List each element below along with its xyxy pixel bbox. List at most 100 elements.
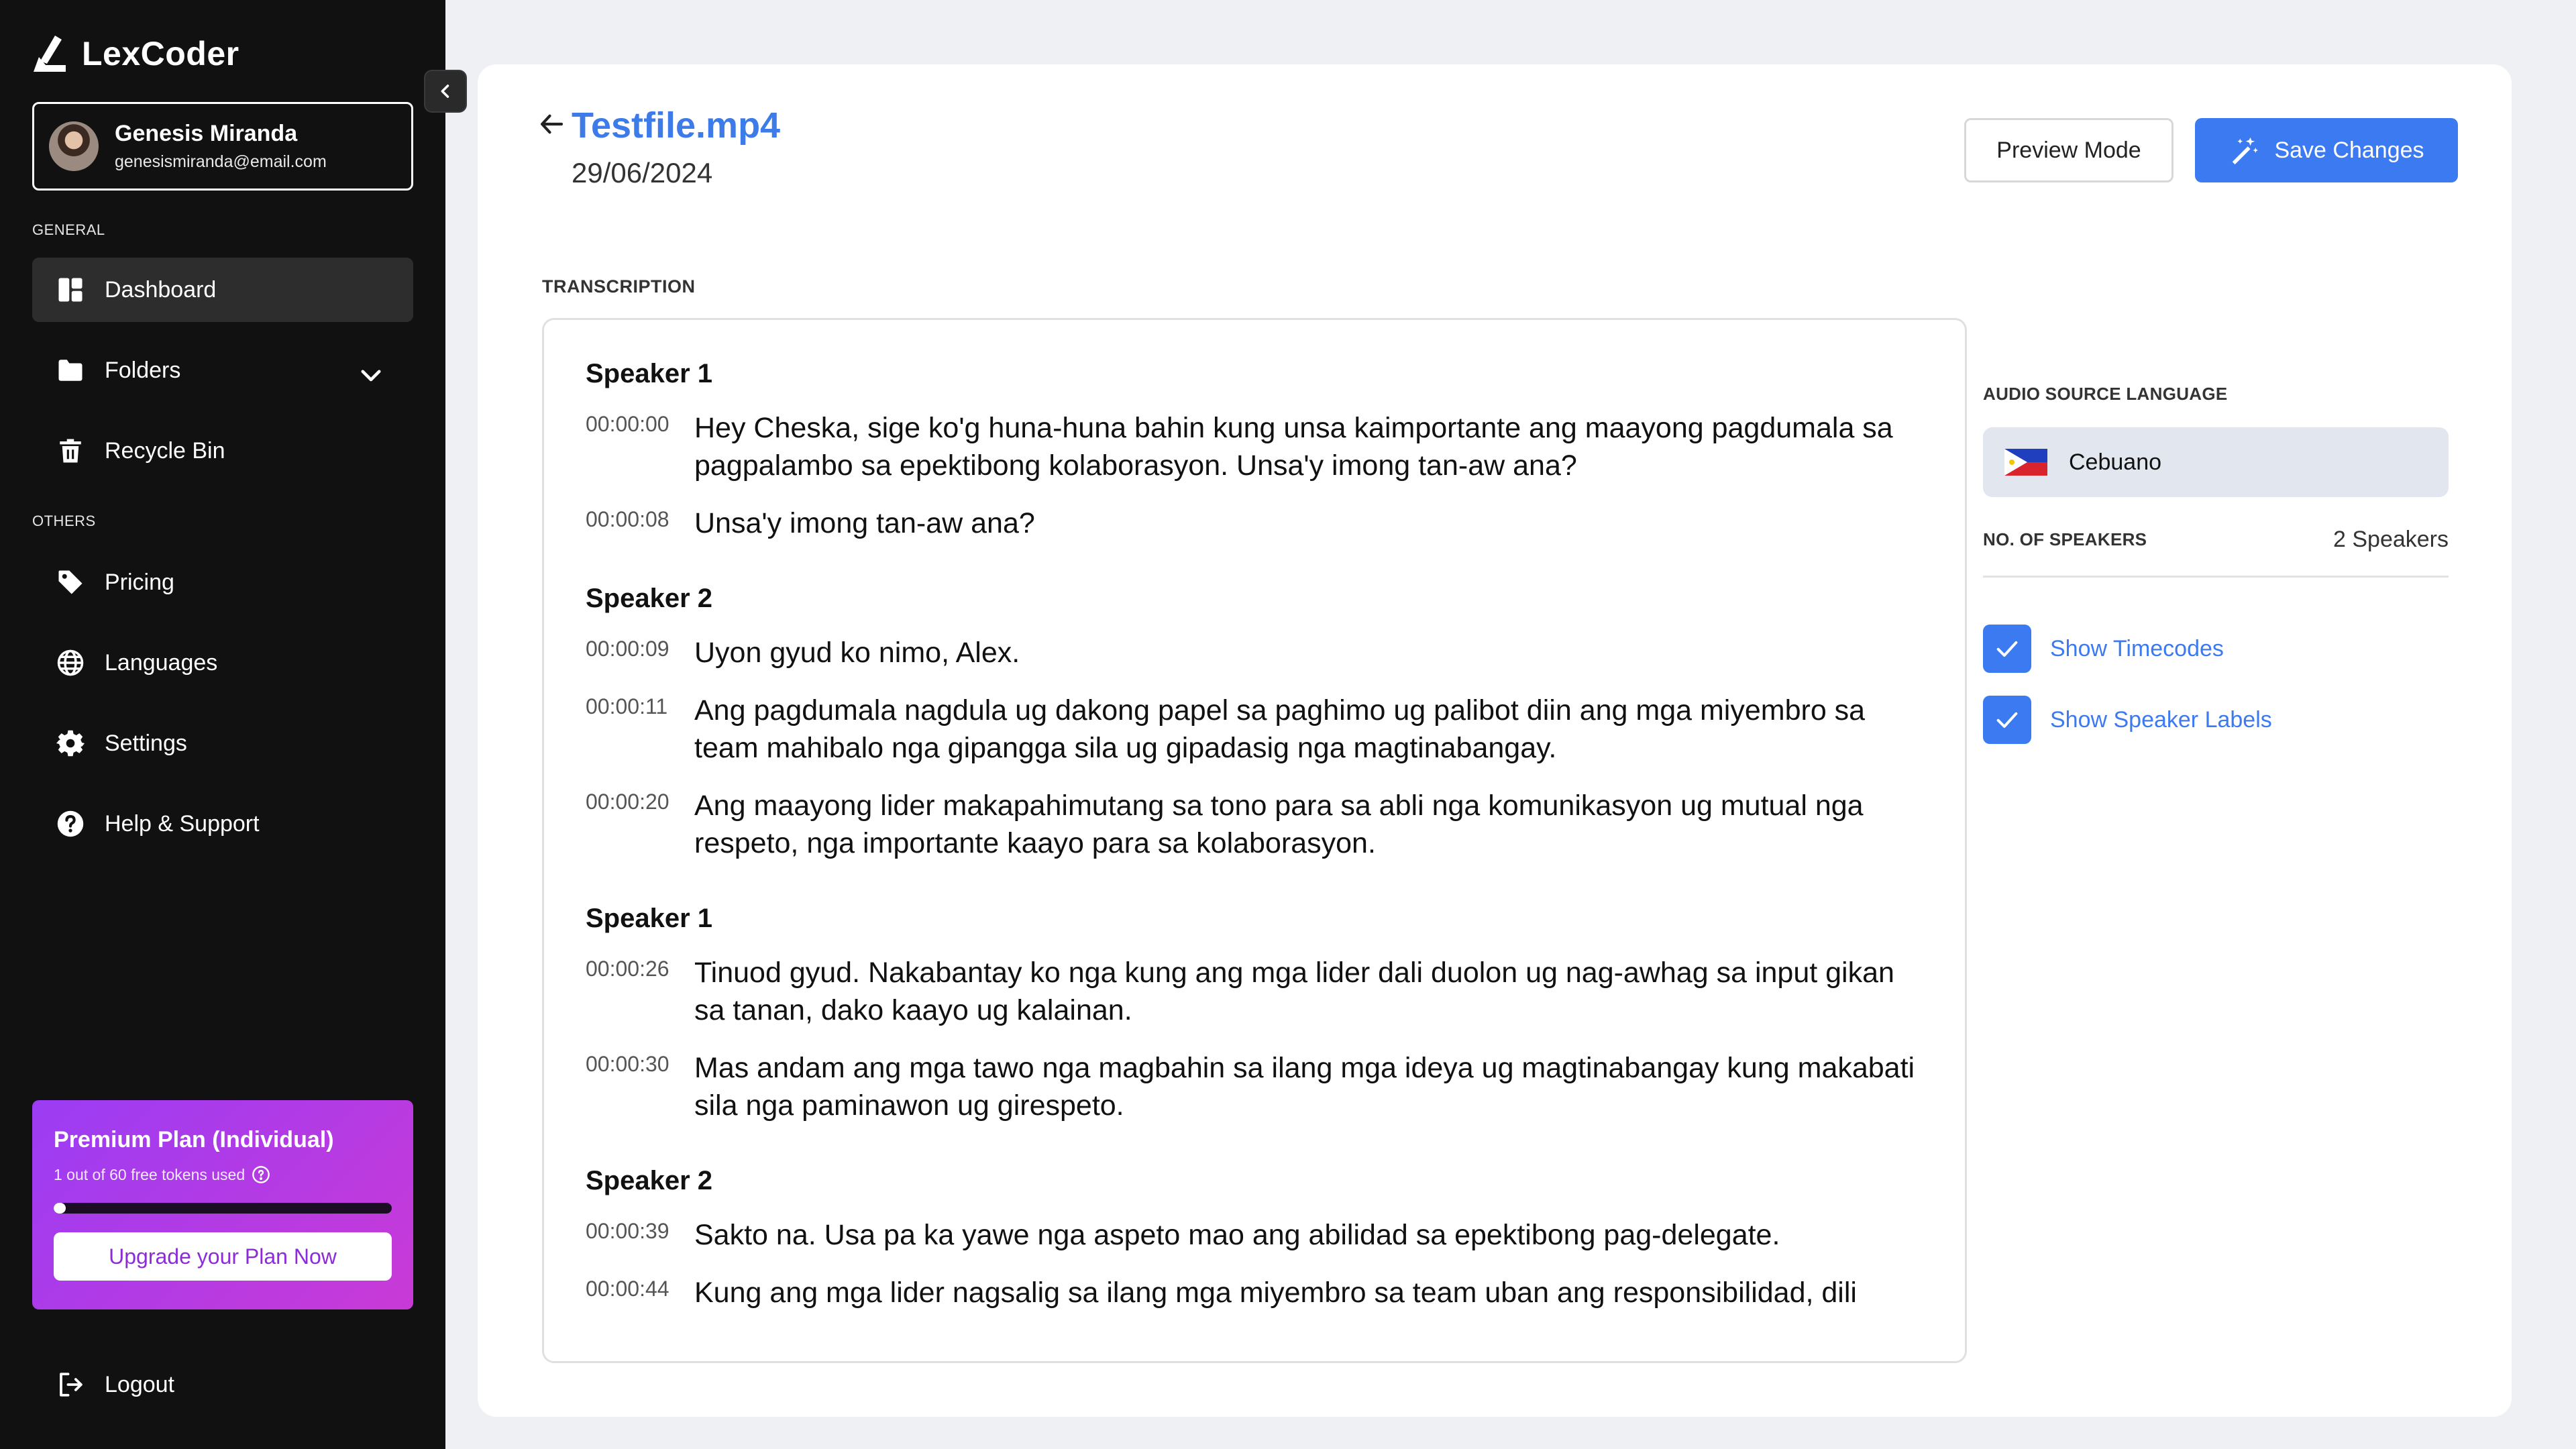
transcript-line: 00:00:08 Unsa'y imong tan-aw ana? bbox=[586, 504, 1925, 542]
timecode[interactable]: 00:00:26 bbox=[586, 954, 673, 1029]
check-icon bbox=[1996, 712, 2018, 728]
sidebar-item-pricing[interactable]: Pricing bbox=[32, 550, 413, 614]
timecode[interactable]: 00:00:11 bbox=[586, 692, 673, 767]
transcript-text[interactable]: Ang pagdumala nagdula ug dakong papel sa… bbox=[694, 692, 1925, 767]
sidebar-item-recycle-bin[interactable]: Recycle Bin bbox=[32, 419, 413, 483]
chevron-left-icon bbox=[441, 85, 449, 98]
transcript-editor[interactable]: Speaker 1 00:00:00 Hey Cheska, sige ko'g… bbox=[542, 318, 1967, 1363]
timecode[interactable]: 00:00:39 bbox=[586, 1216, 673, 1254]
sidebar-item-label: Recycle Bin bbox=[105, 437, 225, 464]
premium-plan-title: Premium Plan (Individual) bbox=[54, 1127, 334, 1152]
avatar bbox=[49, 121, 99, 171]
speaker-label[interactable]: Speaker 2 bbox=[586, 1166, 1925, 1196]
sidebar-item-label: Languages bbox=[105, 649, 218, 676]
sidebar-item-languages[interactable]: Languages bbox=[32, 631, 413, 695]
timecode[interactable]: 00:00:00 bbox=[586, 409, 673, 484]
transcript-text[interactable]: Kung ang mga lider nagsalig sa ilang mga… bbox=[694, 1274, 1857, 1311]
speaker-block: Speaker 1 00:00:00 Hey Cheska, sige ko'g… bbox=[586, 359, 1925, 542]
editor-card: Testfile.mp4 29/06/2024 Preview Mode Sav… bbox=[478, 64, 2512, 1417]
speakers-count-row: NO. OF SPEAKERS 2 Speakers bbox=[1983, 527, 2449, 578]
tokens-progress-bar bbox=[54, 1203, 392, 1214]
logout-button[interactable]: Logout bbox=[32, 1352, 174, 1417]
logout-icon bbox=[60, 1373, 83, 1397]
file-date: 29/06/2024 bbox=[572, 157, 713, 189]
globe-icon bbox=[57, 649, 84, 676]
sidebar-item-folders[interactable]: Folders bbox=[32, 338, 413, 402]
logout-label: Logout bbox=[105, 1371, 174, 1397]
file-title: Testfile.mp4 bbox=[572, 105, 781, 146]
sidebar-item-label: Settings bbox=[105, 730, 187, 756]
transcript-line: 00:00:00 Hey Cheska, sige ko'g huna-huna… bbox=[586, 409, 1925, 484]
transcript-text[interactable]: Mas andam ang mga tawo nga magbahin sa i… bbox=[694, 1049, 1925, 1124]
magic-wand-icon bbox=[2233, 137, 2259, 165]
transcript-line: 00:00:26 Tinuod gyud. Nakabantay ko nga … bbox=[586, 954, 1925, 1029]
show-speaker-labels-label[interactable]: Show Speaker Labels bbox=[2050, 707, 2272, 733]
language-select[interactable]: Cebuano bbox=[1983, 427, 2449, 497]
sidebar-item-dashboard[interactable]: Dashboard bbox=[32, 258, 413, 322]
user-email: genesismiranda@email.com bbox=[115, 152, 327, 171]
speakers-count-value[interactable]: 2 Speakers bbox=[2333, 527, 2449, 553]
help-icon bbox=[57, 810, 84, 837]
info-icon[interactable] bbox=[252, 1165, 270, 1184]
tag-icon bbox=[58, 570, 83, 594]
speaker-label[interactable]: Speaker 1 bbox=[586, 904, 1925, 934]
logo-icon bbox=[34, 36, 66, 72]
save-changes-label: Save Changes bbox=[2274, 137, 2424, 163]
speaker-label[interactable]: Speaker 1 bbox=[586, 359, 1925, 389]
timecode[interactable]: 00:00:09 bbox=[586, 634, 673, 672]
audio-source-language-label: AUDIO SOURCE LANGUAGE bbox=[1983, 384, 2228, 404]
transcript-text[interactable]: Hey Cheska, sige ko'g huna-huna bahin ku… bbox=[694, 409, 1925, 484]
sidebar: LexCoder Genesis Miranda genesismiranda@… bbox=[0, 0, 445, 1449]
gear-icon bbox=[56, 730, 85, 757]
preview-mode-button[interactable]: Preview Mode bbox=[1964, 118, 2174, 182]
transcript-line: 00:00:11 Ang pagdumala nagdula ug dakong… bbox=[586, 692, 1925, 767]
transcript-line: 00:00:39 Sakto na. Usa pa ka yawe nga as… bbox=[586, 1216, 1925, 1254]
transcript-text[interactable]: Tinuod gyud. Nakabantay ko nga kung ang … bbox=[694, 954, 1925, 1029]
sidebar-item-help-support[interactable]: Help & Support bbox=[32, 792, 413, 856]
app-name: LexCoder bbox=[82, 35, 239, 72]
chevron-down-icon[interactable] bbox=[357, 361, 385, 389]
user-name: Genesis Miranda bbox=[115, 121, 298, 146]
speakers-count-label: NO. OF SPEAKERS bbox=[1983, 529, 2147, 549]
speaker-block: Speaker 2 00:00:09 Uyon gyud ko nimo, Al… bbox=[586, 584, 1925, 862]
transcript-line: 00:00:09 Uyon gyud ko nimo, Alex. bbox=[586, 634, 1925, 672]
section-label-general: GENERAL bbox=[32, 221, 105, 238]
transcript-text[interactable]: Unsa'y imong tan-aw ana? bbox=[694, 504, 1035, 542]
trash-icon bbox=[60, 439, 81, 463]
save-changes-button[interactable]: Save Changes bbox=[2195, 118, 2458, 182]
collapse-sidebar-button[interactable] bbox=[424, 70, 467, 113]
check-icon bbox=[1996, 641, 2018, 657]
section-label-others: OTHERS bbox=[32, 513, 96, 529]
user-profile-card[interactable]: Genesis Miranda genesismiranda@email.com bbox=[32, 102, 413, 191]
show-speaker-labels-checkbox[interactable] bbox=[1983, 696, 2031, 744]
timecode[interactable]: 00:00:30 bbox=[586, 1049, 673, 1124]
timecode[interactable]: 00:00:08 bbox=[586, 504, 673, 542]
transcript-text[interactable]: Ang maayong lider makapahimutang sa tono… bbox=[694, 787, 1925, 862]
transcript-text[interactable]: Uyon gyud ko nimo, Alex. bbox=[694, 634, 1020, 672]
show-speaker-labels-option[interactable]: Show Speaker Labels bbox=[1983, 696, 2449, 744]
upgrade-plan-button[interactable]: Upgrade your Plan Now bbox=[54, 1232, 392, 1281]
sidebar-item-settings[interactable]: Settings bbox=[32, 711, 413, 775]
app-logo[interactable]: LexCoder bbox=[32, 32, 239, 75]
speaker-label[interactable]: Speaker 2 bbox=[586, 584, 1925, 614]
show-timecodes-label[interactable]: Show Timecodes bbox=[2050, 636, 2224, 662]
show-timecodes-option[interactable]: Show Timecodes bbox=[1983, 625, 2449, 673]
transcript-text[interactable]: Sakto na. Usa pa ka yawe nga aspeto mao … bbox=[694, 1216, 1780, 1254]
folder-icon bbox=[58, 360, 83, 381]
timecode[interactable]: 00:00:20 bbox=[586, 787, 673, 862]
transcript-line: 00:00:20 Ang maayong lider makapahimutan… bbox=[586, 787, 1925, 862]
philippines-flag-icon bbox=[2004, 449, 2047, 476]
show-timecodes-checkbox[interactable] bbox=[1983, 625, 2031, 673]
speaker-block: Speaker 1 00:00:26 Tinuod gyud. Nakabant… bbox=[586, 904, 1925, 1124]
back-arrow-icon[interactable] bbox=[538, 110, 566, 138]
premium-plan-card: Premium Plan (Individual) 1 out of 60 fr… bbox=[32, 1100, 413, 1309]
transcript-settings-panel: AUDIO SOURCE LANGUAGE Cebuano NO. OF SPE… bbox=[1983, 318, 2449, 744]
language-value: Cebuano bbox=[2069, 449, 2162, 475]
dashboard-icon bbox=[58, 278, 83, 302]
transcription-label: TRANSCRIPTION bbox=[542, 276, 696, 297]
timecode[interactable]: 00:00:44 bbox=[586, 1274, 673, 1311]
sidebar-item-label: Folders bbox=[105, 357, 181, 383]
transcript-line: 00:00:44 Kung ang mga lider nagsalig sa … bbox=[586, 1274, 1925, 1311]
tokens-used-text: 1 out of 60 free tokens used bbox=[54, 1165, 246, 1183]
speaker-block: Speaker 2 00:00:39 Sakto na. Usa pa ka y… bbox=[586, 1166, 1925, 1311]
